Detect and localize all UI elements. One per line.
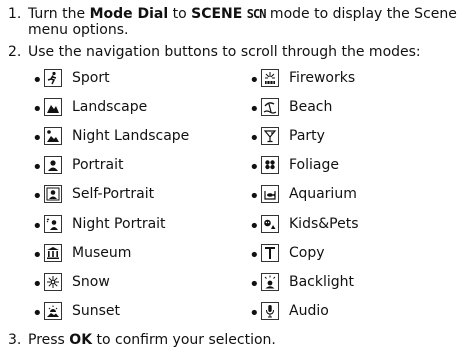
scene-mode-item: • Aquarium bbox=[249, 183, 357, 208]
landscape-icon bbox=[44, 98, 62, 117]
scene-mode-item: • Party bbox=[249, 125, 325, 150]
bullet: • bbox=[249, 99, 260, 121]
step-text-part: to confirm your selection. bbox=[92, 332, 276, 348]
step-number: 2. bbox=[8, 44, 22, 60]
scene-mode-item: • Audio bbox=[249, 300, 329, 322]
scene-mode-label: Self-Portrait bbox=[72, 186, 155, 203]
party-icon bbox=[261, 127, 279, 146]
bullet: • bbox=[249, 273, 260, 295]
step-number: 3. bbox=[8, 332, 22, 348]
ok-term: OK bbox=[69, 332, 93, 348]
scene-mode-label: Night Portrait bbox=[72, 215, 166, 232]
bullet: • bbox=[32, 302, 43, 324]
scene-mode-item: • Night Landscape bbox=[32, 125, 190, 150]
bullet: • bbox=[249, 186, 260, 208]
step-1: 1. Turn the Mode Dial to SCENE SCN mode … bbox=[8, 6, 464, 38]
scene-term: SCENE bbox=[191, 6, 243, 22]
scene-mode-label: Kids&Pets bbox=[289, 215, 359, 232]
sunset-icon bbox=[44, 301, 62, 320]
bullet: • bbox=[32, 157, 43, 179]
scene-mode-label: Fireworks bbox=[289, 70, 356, 86]
backlight-icon bbox=[261, 272, 279, 291]
museum-icon bbox=[44, 243, 62, 262]
scene-mode-item: • Museum bbox=[32, 242, 131, 264]
step-text-part: Press bbox=[28, 332, 70, 348]
scene-mode-label: Aquarium bbox=[289, 186, 357, 203]
audio-icon bbox=[261, 301, 279, 320]
scene-mode-label: Foliage bbox=[289, 157, 339, 174]
bullet: • bbox=[249, 302, 260, 324]
bullet: • bbox=[32, 273, 43, 295]
bullet: • bbox=[32, 215, 43, 237]
step-text-part: Turn the bbox=[28, 6, 90, 22]
scene-mode-item: • Beach bbox=[249, 96, 333, 121]
step-2: 2. Use the navigation buttons to scroll … bbox=[8, 44, 464, 60]
scene-mode-item: • Sunset bbox=[32, 300, 120, 322]
bullet: • bbox=[32, 70, 43, 91]
step-text: Use the navigation buttons to scroll thr… bbox=[28, 44, 421, 60]
bullet: • bbox=[249, 157, 260, 179]
step-text-part: to bbox=[168, 6, 192, 22]
scene-mode-label: Backlight bbox=[289, 273, 355, 290]
scene-mode-item: • Sport bbox=[32, 67, 110, 91]
scene-mode-item: • Snow bbox=[32, 271, 110, 293]
night-portrait-icon bbox=[44, 214, 62, 233]
scene-mode-item: • Self-Portrait bbox=[32, 183, 155, 208]
scene-mode-item: • Fireworks bbox=[249, 67, 356, 91]
portrait-icon bbox=[44, 156, 62, 175]
scene-mode-label: Audio bbox=[289, 302, 329, 319]
aquarium-icon bbox=[261, 185, 279, 204]
scene-mode-label: Sport bbox=[72, 70, 110, 86]
bullet: • bbox=[32, 99, 43, 121]
foliage-icon bbox=[261, 156, 279, 175]
step-text: Turn the Mode Dial to SCENE SCN mode to … bbox=[28, 6, 464, 38]
sport-icon bbox=[44, 69, 62, 87]
scene-mode-label: Portrait bbox=[72, 157, 124, 174]
scene-mode-label: Beach bbox=[289, 99, 333, 116]
scene-mode-label: Party bbox=[289, 128, 325, 145]
scene-mode-item: • Landscape bbox=[32, 96, 148, 121]
bullet: • bbox=[32, 128, 43, 150]
step-3: 3. Press OK to confirm your selection. bbox=[8, 332, 464, 348]
bullet: • bbox=[249, 244, 260, 266]
bullet: • bbox=[249, 128, 260, 150]
bullet: • bbox=[32, 244, 43, 266]
scene-mode-label: Copy bbox=[289, 244, 325, 261]
step-text: Press OK to confirm your selection. bbox=[28, 332, 464, 348]
mode-dial-term: Mode Dial bbox=[89, 6, 169, 22]
copy-icon bbox=[261, 243, 279, 262]
scene-mode-label: Landscape bbox=[72, 99, 148, 116]
scene-mode-item: • Copy bbox=[249, 242, 325, 264]
kids-pets-icon bbox=[261, 214, 279, 233]
scene-mode-item: • Night Portrait bbox=[32, 213, 166, 235]
scene-mode-item: • Kids&Pets bbox=[249, 213, 359, 235]
scene-mode-label: Sunset bbox=[72, 302, 121, 319]
bullet: • bbox=[32, 186, 43, 208]
scn-symbol: SCN bbox=[246, 7, 267, 21]
bullet: • bbox=[249, 70, 260, 91]
scene-mode-label: Night Landscape bbox=[72, 128, 190, 145]
scene-mode-item: • Portrait bbox=[32, 154, 124, 179]
snow-icon bbox=[44, 272, 62, 291]
step-number: 1. bbox=[8, 6, 22, 22]
scene-mode-item: • Backlight bbox=[249, 271, 354, 293]
bullet: • bbox=[249, 215, 260, 237]
scene-mode-label: Snow bbox=[72, 273, 110, 290]
scene-mode-label: Museum bbox=[72, 244, 132, 261]
self-portrait-icon bbox=[44, 185, 62, 204]
beach-icon bbox=[261, 98, 279, 117]
fireworks-icon bbox=[261, 69, 279, 87]
night-landscape-icon bbox=[44, 127, 62, 146]
scene-mode-item: • Foliage bbox=[249, 154, 339, 179]
